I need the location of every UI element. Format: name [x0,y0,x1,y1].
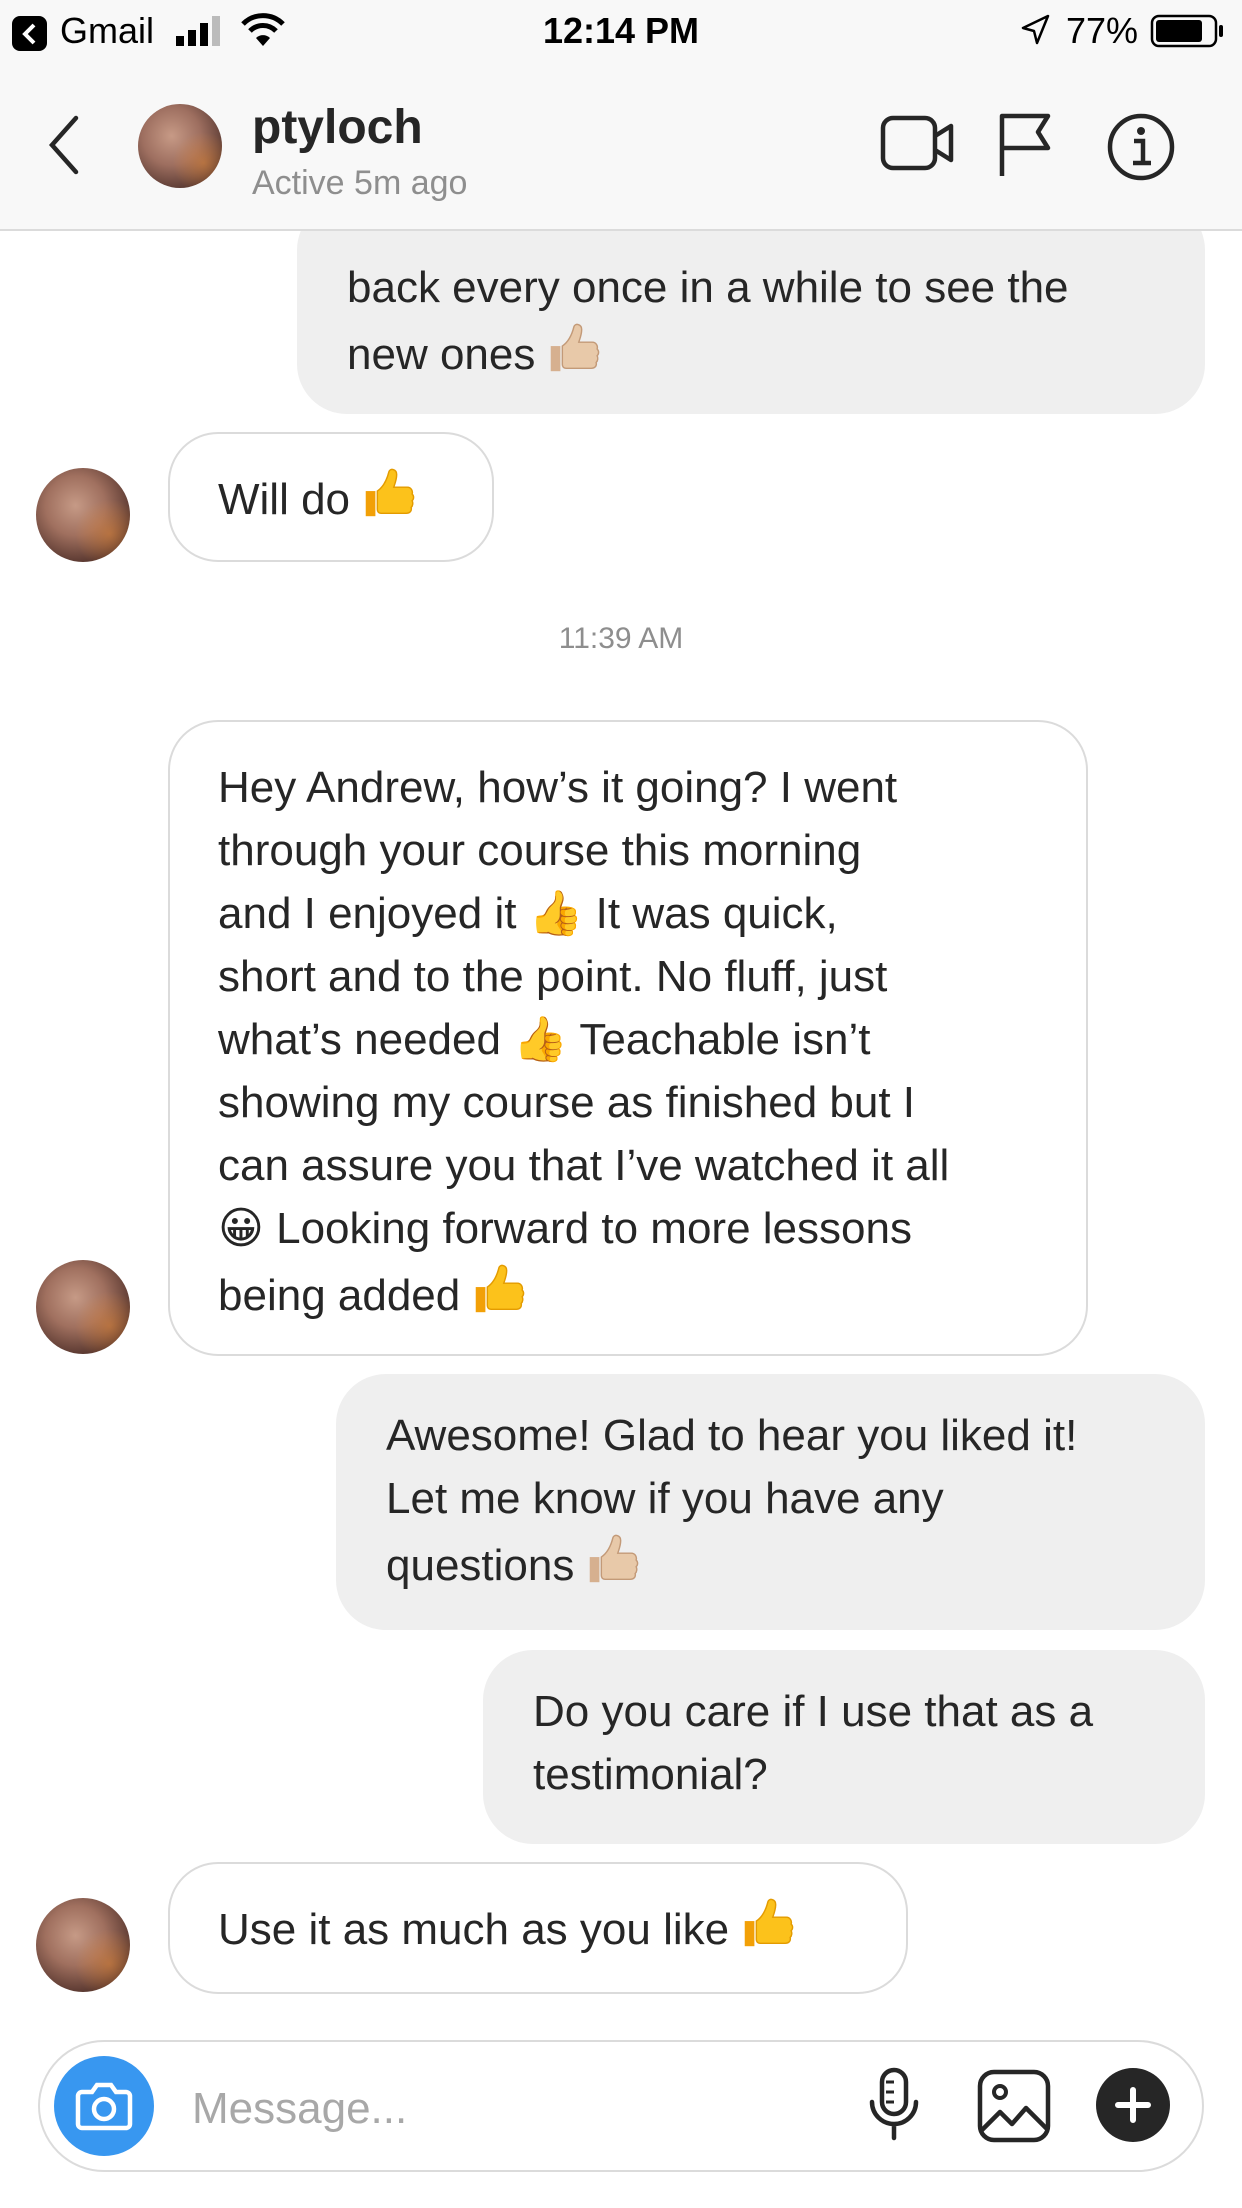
location-arrow-icon [1021,14,1050,45]
message-input[interactable] [190,2078,714,2140]
message-text: back every once in a while to see the ne… [347,263,1069,379]
info-icon[interactable] [1106,112,1176,182]
status-time: 12:14 PM [542,10,700,51]
more-options-button[interactable] [1096,2068,1170,2142]
message-timestamp: 11:39 AM [558,622,684,655]
message-text: Hey Andrew, how’s it going? I went throu… [218,763,950,1320]
username[interactable]: ptyloch [252,100,423,155]
camera-icon [75,2082,133,2131]
incoming-message-bubble[interactable]: Will do [168,432,494,562]
avatar[interactable] [138,104,222,188]
outgoing-message-bubble[interactable]: Awesome! Glad to hear you liked it! Let … [336,1374,1205,1630]
conversation-header: ptyloch Active 5m ago [0,62,1242,231]
message-text: Awesome! Glad to hear you liked it! Let … [386,1411,1078,1590]
message-text: Use it as much as you like [218,1905,730,1954]
thumbs-up-emoji [737,1894,795,1969]
message-text: Do you care if I use that as a testimoni… [533,1687,1094,1799]
battery-percent: 77% [1066,10,1139,51]
plus-icon [1115,2087,1151,2123]
outgoing-message-bubble[interactable]: Do you care if I use that as a testimoni… [483,1650,1205,1844]
incoming-message-bubble[interactable]: Use it as much as you like [168,1862,908,1994]
outgoing-message-bubble[interactable]: back every once in a while to see the ne… [297,200,1205,414]
thumbs-up-emoji [358,464,416,539]
status-bar: Gmail 12:14 PM 77% [0,0,1242,62]
message-text: Will do [218,475,351,524]
thumbs-up-light-emoji [582,1530,640,1605]
message-composer [38,2040,1204,2172]
thumbs-up-emoji [468,1260,526,1335]
incoming-message-bubble[interactable]: Hey Andrew, how’s it going? I went throu… [168,720,1088,1356]
camera-button[interactable] [54,2056,154,2156]
active-status: Active 5m ago [252,164,468,202]
avatar[interactable] [36,1260,130,1354]
battery-icon [1150,14,1223,48]
avatar[interactable] [36,468,130,562]
message-thread: back every once in a while to see the ne… [0,0,1242,2208]
thumbs-up-light-emoji [543,319,601,394]
avatar[interactable] [36,1898,130,1992]
video-camera-icon[interactable] [880,112,956,174]
back-chevron-icon[interactable] [40,110,90,180]
microphone-icon[interactable] [866,2066,922,2146]
flag-icon[interactable] [996,112,1056,178]
gallery-icon[interactable] [976,2068,1052,2144]
